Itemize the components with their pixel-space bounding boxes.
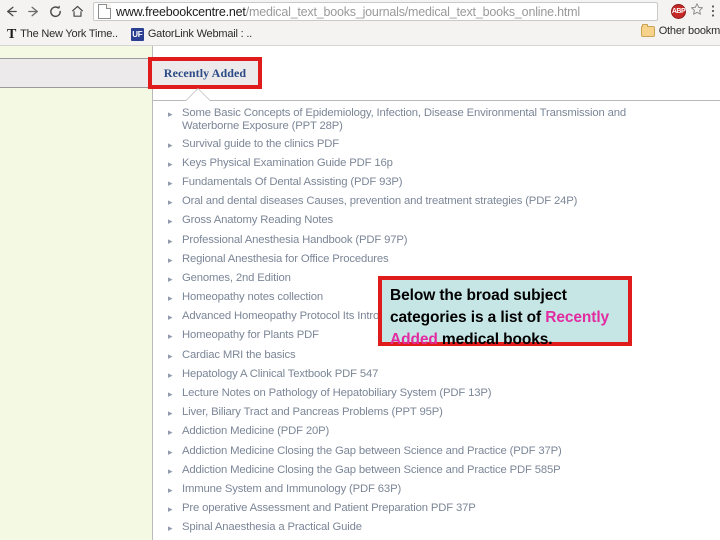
book-list-item[interactable]: ▸ Liver, Biliary Tract and Pancreas Probl… [166,406,686,421]
book-title-link[interactable]: Keys Physical Examination Guide PDF 16p [182,157,393,170]
annotation-callout: Below the broad subject categories is a … [378,276,632,348]
adblock-extension-icon[interactable]: ABP [671,4,686,19]
other-bookmarks-folder[interactable]: Other bookma [640,23,720,37]
bookmark-new-york-times[interactable]: T The New York Time.. [5,25,123,44]
home-icon[interactable] [66,1,88,23]
book-title-link[interactable]: Oral and dental diseases Causes, prevent… [182,195,577,208]
book-title-link[interactable]: Addiction Medicine Closing the Gap betwe… [182,464,561,477]
back-arrow-icon[interactable] [0,1,22,23]
book-title-link[interactable]: Addiction Medicine Closing the Gap betwe… [182,445,562,458]
bullet-arrow-icon: ▸ [168,139,173,150]
book-title-link[interactable]: Addiction Medicine (PDF 20P) [182,425,329,438]
book-list-item[interactable]: ▸ Addiction Medicine (PDF 20P) [166,425,686,440]
book-title-link[interactable]: Professional Anesthesia Handbook (PDF 97… [182,234,408,247]
book-title-link[interactable]: Immune System and Immunology (PDF 63P) [182,483,401,496]
book-title-link[interactable]: Pre operative Assessment and Patient Pre… [182,502,476,515]
folder-icon [640,23,655,37]
book-list-item[interactable]: ▸ Professional Anesthesia Handbook (PDF 9… [166,234,686,249]
browser-navigation-bar: www.freebookcentre.net /medical_text_boo… [0,0,720,23]
address-bar[interactable]: www.freebookcentre.net /medical_text_boo… [93,2,658,21]
bullet-arrow-icon: ▸ [168,369,173,380]
book-title-link[interactable]: Homeopathy for Plants PDF [182,329,319,342]
book-list-item[interactable]: ▸ Lecture Notes on Pathology of Hepatobil… [166,387,686,402]
recently-added-tab[interactable]: Recently Added [148,57,262,89]
book-title-link[interactable]: Cardiac MRI the basics [182,349,296,362]
book-title-link[interactable]: Some Basic Concepts of Epidemiology, Inf… [182,107,682,133]
uf-favicon: UF [130,27,144,41]
bullet-arrow-icon: ▸ [168,408,173,419]
bullet-arrow-icon: ▸ [168,427,173,438]
other-bookmarks-label: Other bookma [658,25,720,37]
bullet-arrow-icon: ▸ [168,523,173,534]
bookmark-gatorlink-webmail[interactable]: UF GatorLink Webmail : .. [129,25,257,44]
book-list-item[interactable]: ▸ Survival guide to the clinics PDF [166,138,686,153]
bookmarks-bar: T The New York Time.. UF GatorLink Webma… [0,23,720,46]
bullet-arrow-icon: ▸ [168,109,173,119]
book-list-item[interactable]: ▸ Pre operative Assessment and Patient Pr… [166,502,686,517]
book-list-item[interactable]: ▸ Immune System and Immunology (PDF 63P) [166,483,686,498]
forward-arrow-icon[interactable] [22,1,44,23]
book-list-item[interactable]: ▸ Addiction Medicine Closing the Gap betw… [166,445,686,460]
recently-added-label: Recently Added [163,65,247,80]
kebab-menu-icon[interactable] [708,4,718,19]
book-list-item[interactable]: ▸ Addiction Medicine Closing the Gap betw… [166,464,686,479]
bookmark-label: GatorLink Webmail : .. [147,28,253,40]
book-title-link[interactable]: Liver, Biliary Tract and Pancreas Proble… [182,406,443,419]
bullet-arrow-icon: ▸ [168,484,173,495]
book-title-link[interactable]: Hepatology A Clinical Textbook PDF 547 [182,368,378,381]
bookmark-label: The New York Time.. [20,28,118,40]
bullet-arrow-icon: ▸ [168,312,173,323]
book-list-item[interactable]: ▸ Spinal Anaesthesia a Practical Guide [166,521,686,536]
bullet-arrow-icon: ▸ [168,254,173,265]
bullet-arrow-icon: ▸ [168,273,173,284]
url-host: www.freebookcentre.net [116,4,246,19]
book-title-link[interactable]: Gross Anatomy Reading Notes [182,214,333,227]
bullet-arrow-icon: ▸ [168,197,173,208]
browser-chrome: www.freebookcentre.net /medical_text_boo… [0,0,720,46]
book-list-item[interactable]: ▸ Gross Anatomy Reading Notes [166,214,686,229]
content-panel-divider [152,100,720,101]
browser-toolbar-right: ABP [671,1,718,22]
bullet-arrow-icon: ▸ [168,446,173,457]
annotation-text: Below the broad subject categories is a … [390,285,621,351]
web-page-viewport: Recently Added ▸ Some Basic Concepts of E… [0,46,720,540]
bullet-arrow-icon: ▸ [168,158,173,169]
url-path: /medical_text_books_journals/medical_tex… [245,4,580,19]
bullet-arrow-icon: ▸ [168,331,173,342]
bullet-arrow-icon: ▸ [168,177,173,188]
bullet-arrow-icon: ▸ [168,293,173,304]
page-document-icon [98,4,111,19]
book-title-link[interactable]: Fundamentals Of Dental Assisting (PDF 93… [182,176,403,189]
annotation-text-part1: Below the broad subject categories is a … [390,287,567,326]
book-title-link[interactable]: Homeopathy notes collection [182,291,323,304]
bullet-arrow-icon: ▸ [168,216,173,227]
book-list-item[interactable]: ▸ Regional Anesthesia for Office Procedur… [166,253,686,268]
book-list-item[interactable]: ▸ Oral and dental diseases Causes, preven… [166,195,686,210]
bullet-arrow-icon: ▸ [168,504,173,515]
book-title-link[interactable]: Spinal Anaesthesia a Practical Guide [182,521,362,534]
nyt-favicon: T [7,26,17,42]
book-list-item[interactable]: ▸ Keys Physical Examination Guide PDF 16p [166,157,686,172]
book-list-item[interactable]: ▸ Some Basic Concepts of Epidemiology, In… [166,107,686,133]
star-icon[interactable] [690,2,704,21]
book-title-link[interactable]: Survival guide to the clinics PDF [182,138,339,151]
bullet-arrow-icon: ▸ [168,389,173,400]
annotation-text-part2: medical books. [437,331,553,348]
bullet-arrow-icon: ▸ [168,350,173,361]
reload-icon[interactable] [44,1,66,23]
bullet-arrow-icon: ▸ [168,465,173,476]
book-title-link[interactable]: Lecture Notes on Pathology of Hepatobili… [182,387,492,400]
book-title-link[interactable]: Genomes, 2nd Edition [182,272,291,285]
bullet-arrow-icon: ▸ [168,235,173,246]
book-title-link[interactable]: Regional Anesthesia for Office Procedure… [182,253,389,266]
tab-pointer-notch [185,89,211,102]
book-list-item[interactable]: ▸ Fundamentals Of Dental Assisting (PDF 9… [166,176,686,191]
book-list-item[interactable]: ▸ Hepatology A Clinical Textbook PDF 547 [166,368,686,383]
